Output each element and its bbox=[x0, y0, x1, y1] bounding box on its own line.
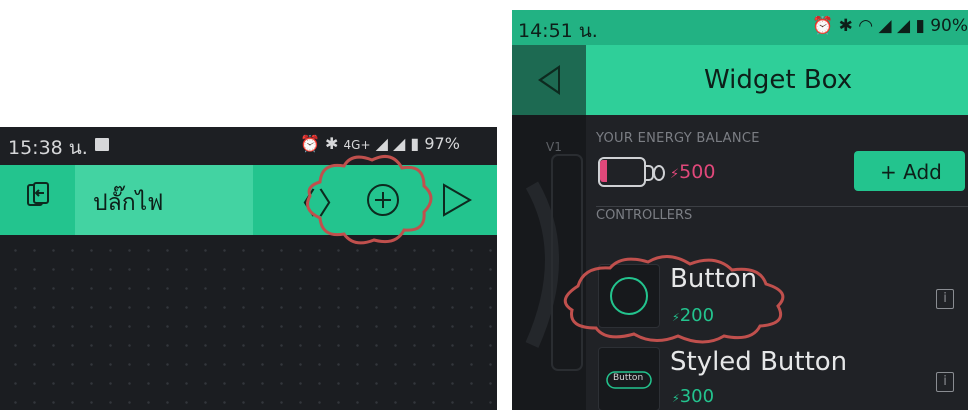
divider bbox=[596, 206, 968, 207]
widget-price: ⚡200 bbox=[672, 305, 714, 326]
styled-button-icon-label: Button bbox=[613, 373, 644, 383]
status-time: 15:38 น. bbox=[8, 137, 88, 159]
alarm-icon: ⏰ bbox=[812, 16, 834, 36]
canvas-peek bbox=[512, 115, 586, 410]
energy-value: 500 bbox=[679, 161, 716, 183]
status-time: 14:51 น. bbox=[518, 20, 598, 42]
project-canvas[interactable] bbox=[0, 235, 497, 410]
price-bolt-icon: ⚡ bbox=[672, 392, 680, 405]
status-icons: ⏰ ✱ 4G+ ◢ ◢ ▮ 97% bbox=[300, 134, 460, 153]
battery-icon: ▮ bbox=[915, 16, 925, 36]
add-energy-button[interactable]: + Add bbox=[854, 151, 965, 191]
info-icon[interactable]: i bbox=[936, 289, 954, 309]
status-bar: 14:51 น. ⏰ ✱ ◠ ◢ ◢ ▮ 90% bbox=[512, 10, 968, 45]
battery-icon: ▮ bbox=[410, 134, 420, 153]
widget-box-header: Widget Box bbox=[586, 45, 968, 115]
add-widget-button[interactable] bbox=[367, 184, 399, 216]
pin-label: V1 bbox=[546, 140, 562, 154]
energy-balance: ⚡500 bbox=[670, 161, 715, 183]
widget-price: ⚡300 bbox=[672, 386, 714, 407]
signal-icon-2: ◢ bbox=[896, 16, 911, 36]
alarm-icon: ⏰ bbox=[300, 134, 320, 153]
styled-button-widget-icon[interactable]: Button bbox=[598, 347, 660, 410]
right-screen: 14:51 น. ⏰ ✱ ◠ ◢ ◢ ▮ 90% Widget Box V1 Y… bbox=[512, 10, 968, 410]
play-icon[interactable] bbox=[440, 182, 474, 218]
add-energy-label: + Add bbox=[880, 160, 942, 184]
button-widget-icon[interactable] bbox=[598, 264, 660, 328]
controllers-section-label: CONTROLLERS bbox=[596, 208, 693, 223]
energy-balance-label: YOUR ENERGY BALANCE bbox=[596, 131, 760, 146]
device-icon-right[interactable]: 〉 bbox=[318, 179, 348, 223]
energy-level bbox=[600, 160, 607, 182]
widget-price-value: 200 bbox=[679, 305, 715, 326]
price-bolt-icon: ⚡ bbox=[672, 311, 680, 324]
widget-name[interactable]: Button bbox=[670, 264, 757, 294]
device-icon-left: 〈 bbox=[286, 187, 316, 222]
widget-box-title: Widget Box bbox=[704, 65, 853, 95]
signal-icon-2: ◢ bbox=[393, 134, 406, 153]
energy-bolt-icon: ⚡ bbox=[670, 167, 680, 182]
image-notification-icon bbox=[95, 138, 109, 151]
project-title-field[interactable]: ปลั๊กไฟ bbox=[75, 165, 253, 235]
project-title: ปลั๊กไฟ bbox=[93, 190, 164, 216]
info-icon[interactable]: i bbox=[936, 372, 954, 392]
widget-name[interactable]: Styled Button bbox=[670, 347, 847, 377]
back-icon-inner bbox=[542, 69, 558, 91]
battery-knob-icon bbox=[653, 165, 665, 181]
status-bar: 15:38 น. ⏰ ✱ 4G+ ◢ ◢ ▮ 97% bbox=[0, 127, 497, 165]
battery-percent: 90% bbox=[930, 16, 968, 36]
bluetooth-icon: ✱ bbox=[838, 16, 853, 36]
battery-percent: 97% bbox=[424, 134, 460, 153]
widget-price-value: 300 bbox=[679, 386, 715, 407]
status-icons: ⏰ ✱ ◠ ◢ ◢ ▮ 90% bbox=[812, 16, 968, 36]
left-screen: 15:38 น. ⏰ ✱ 4G+ ◢ ◢ ▮ 97% ปลั๊กไฟ 〈 〉 bbox=[0, 127, 497, 410]
signal-icon: ◢ bbox=[878, 16, 892, 36]
signal-icon: ◢ bbox=[375, 134, 388, 153]
exit-project-icon[interactable] bbox=[26, 181, 50, 209]
network-type: 4G+ bbox=[343, 138, 371, 152]
wifi-icon: ◠ bbox=[858, 16, 874, 36]
bluetooth-icon: ✱ bbox=[325, 134, 339, 153]
